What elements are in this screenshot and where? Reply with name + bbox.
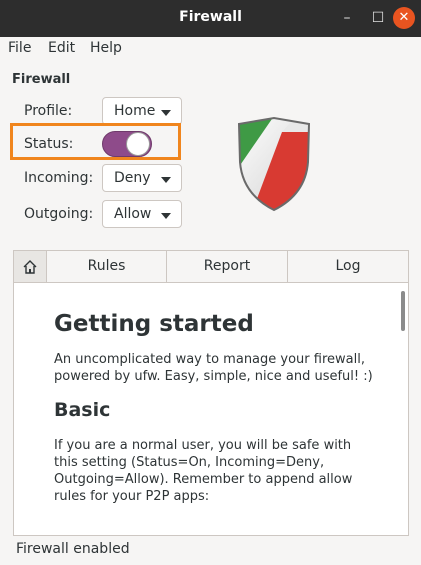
doc-title: Getting started (54, 311, 254, 337)
status-label: Status: (24, 136, 74, 152)
section-title: Firewall (12, 72, 71, 87)
profile-value: Home (114, 103, 156, 119)
shield-logo-icon (237, 116, 311, 212)
tab-report[interactable]: Report (167, 251, 288, 282)
close-button[interactable]: ✕ (393, 7, 415, 29)
tab-rules[interactable]: Rules (47, 251, 167, 282)
incoming-combo[interactable]: Deny (102, 164, 182, 192)
incoming-value: Deny (114, 170, 151, 186)
scrollbar[interactable] (401, 291, 405, 331)
title-bar: Firewall – ☐ ✕ (0, 0, 421, 37)
doc-intro: An uncomplicated way to manage your fire… (54, 352, 373, 384)
doc-basic-heading: Basic (54, 399, 111, 421)
home-icon (23, 260, 37, 274)
doc-basic-text: If you are a normal user, you will be sa… (54, 438, 353, 504)
tab-home[interactable] (14, 251, 47, 282)
outgoing-value: Allow (114, 206, 152, 222)
menu-help[interactable]: Help (90, 40, 122, 56)
outgoing-label: Outgoing: (24, 206, 94, 222)
help-document: Getting started An uncomplicated way to … (54, 293, 374, 505)
maximize-button[interactable]: ☐ (366, 6, 390, 30)
content-pane[interactable]: Getting started An uncomplicated way to … (13, 283, 409, 536)
profile-label: Profile: (24, 103, 73, 119)
status-bar: Firewall enabled (16, 541, 130, 557)
chevron-down-icon (161, 110, 171, 116)
menu-file[interactable]: File (8, 40, 31, 56)
menubar: File Edit Help (0, 37, 421, 61)
chevron-down-icon (161, 177, 171, 183)
menu-edit[interactable]: Edit (48, 40, 75, 56)
tab-log[interactable]: Log (288, 251, 408, 282)
status-switch[interactable] (102, 131, 152, 157)
chevron-down-icon (161, 213, 171, 219)
tab-bar: Rules Report Log (13, 250, 409, 283)
profile-combo[interactable]: Home (102, 97, 182, 125)
incoming-label: Incoming: (24, 170, 94, 186)
outgoing-combo[interactable]: Allow (102, 200, 182, 228)
minimize-button[interactable]: – (335, 6, 359, 30)
switch-knob (126, 132, 150, 156)
